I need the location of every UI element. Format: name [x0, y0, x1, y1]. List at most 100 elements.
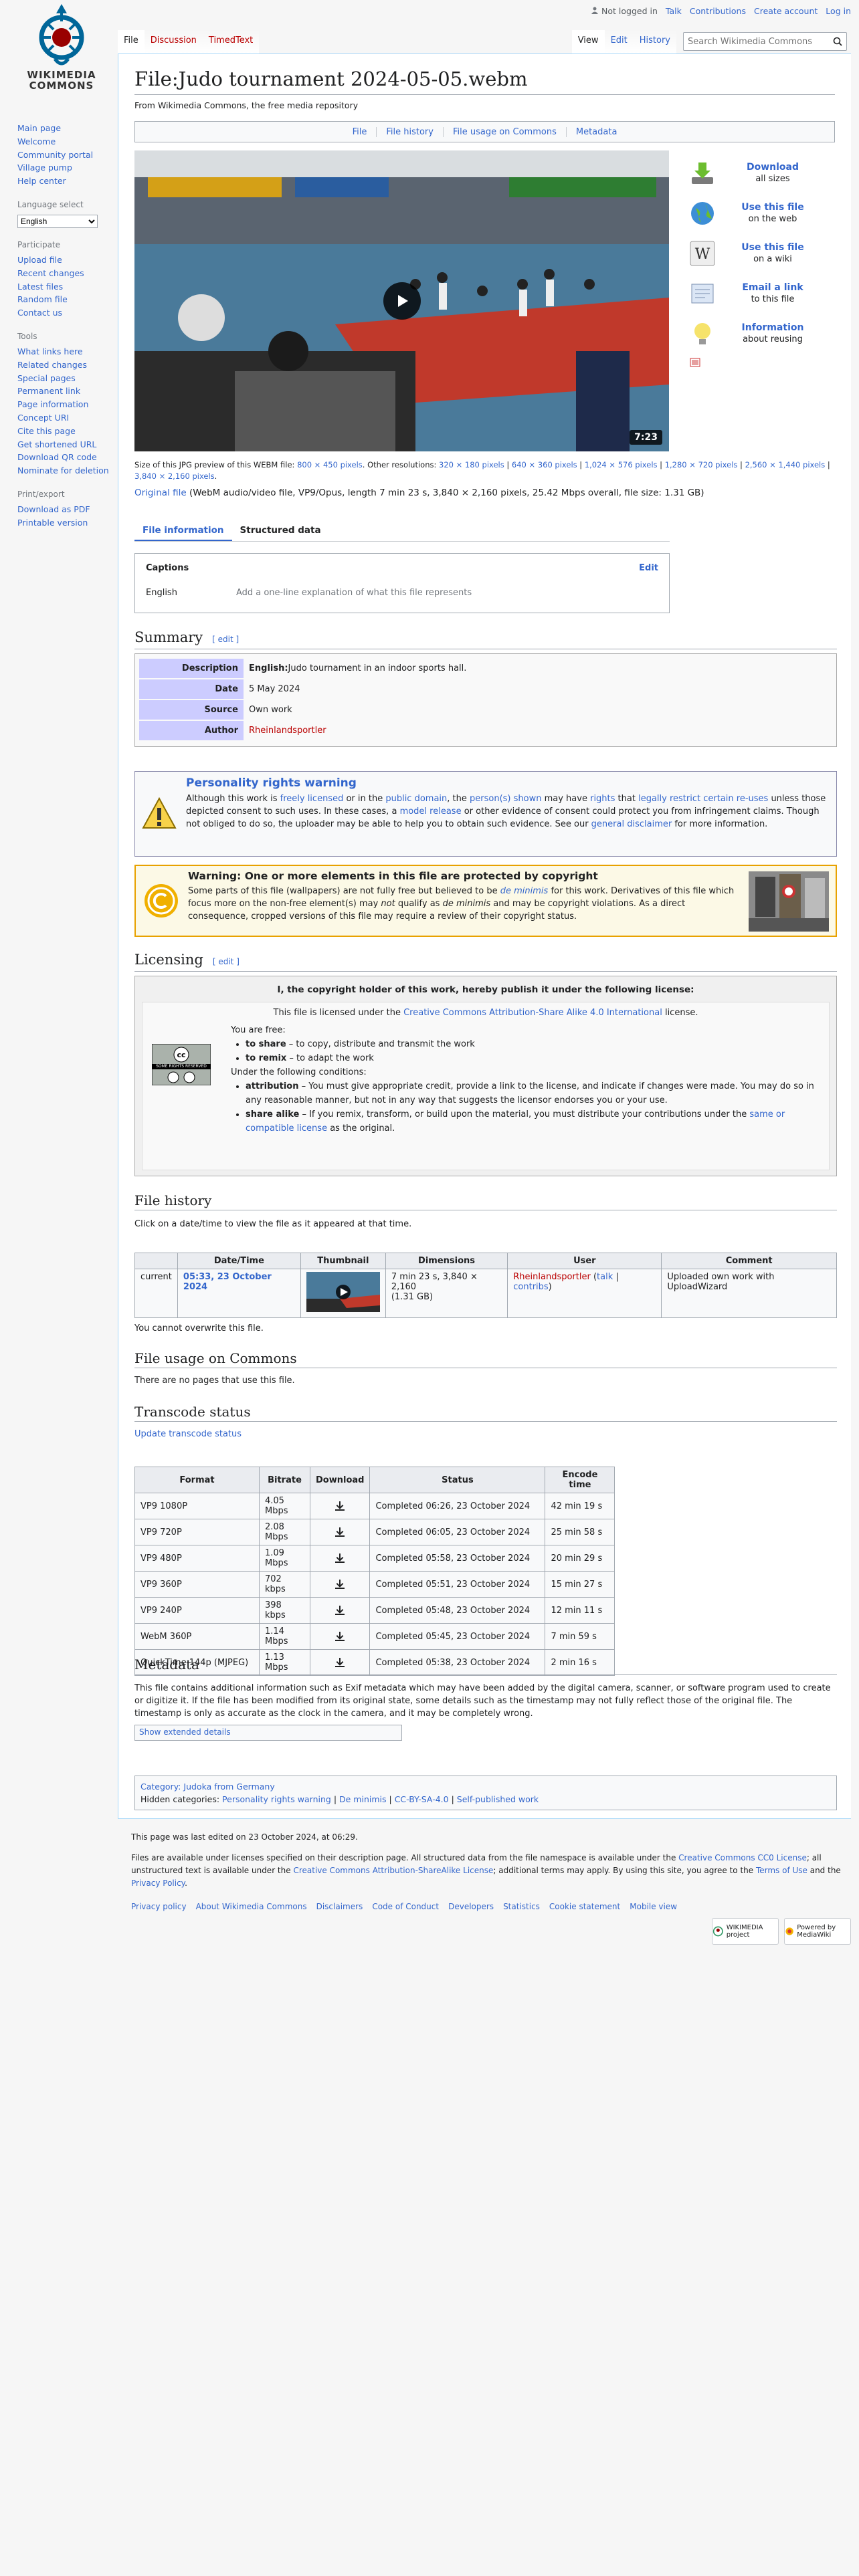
privacy-policy-link[interactable]: Privacy Policy — [131, 1879, 185, 1888]
sidebar-item-main-page[interactable]: Main page — [17, 122, 118, 135]
footer-privacy[interactable]: Privacy policy — [131, 1901, 187, 1913]
tab-file[interactable]: File — [118, 30, 145, 53]
sidebar-item-download-pdf[interactable]: Download as PDF — [17, 503, 118, 516]
link-legal-restrict[interactable]: legally restrict certain re-uses — [638, 794, 768, 804]
resolution-2560[interactable]: 2,560 × 1,440 pixels — [745, 460, 826, 469]
footer-cookie[interactable]: Cookie statement — [549, 1901, 620, 1913]
download-icon[interactable] — [335, 1579, 345, 1590]
contributions-link[interactable]: Contributions — [690, 6, 746, 16]
hidden-cat-cc-by-sa[interactable]: CC-BY-SA-4.0 — [395, 1794, 449, 1804]
hidden-cat-de-minimis[interactable]: De minimis — [339, 1794, 387, 1804]
sidebar-item-related-changes[interactable]: Related changes — [17, 358, 118, 372]
link-de-minimis[interactable]: de minimis — [500, 886, 549, 896]
history-thumbnail[interactable] — [300, 1269, 386, 1318]
login-link[interactable]: Log in — [826, 6, 851, 16]
link-general-disclaimer[interactable]: general disclaimer — [591, 819, 672, 829]
sidebar-item-help-center[interactable]: Help center — [17, 175, 118, 188]
qr-icon[interactable] — [690, 358, 700, 367]
filetoc-metadata[interactable]: Metadata — [565, 126, 627, 137]
tab-file-information[interactable]: File information — [134, 521, 232, 541]
transcode-download[interactable] — [309, 1623, 371, 1650]
tab-discussion[interactable]: Discussion — [144, 30, 203, 53]
sidebar-item-download-qr-code[interactable]: Download QR code — [17, 451, 118, 464]
sidebar-item-printable-version[interactable]: Printable version — [17, 516, 118, 530]
licensing-edit-link[interactable]: [ edit ] — [213, 957, 240, 966]
history-date-link[interactable]: 05:33, 23 October 2024 — [183, 1272, 272, 1292]
download-icon[interactable] — [335, 1527, 345, 1537]
filetoc-file-history[interactable]: File history — [376, 126, 443, 137]
link-freely-licensed[interactable]: freely licensed — [280, 794, 344, 804]
reuse-web[interactable]: Use this file on the web — [687, 193, 828, 233]
reuse-wiki[interactable]: W Use this file on a wiki — [687, 233, 828, 274]
hidden-cat-personality[interactable]: Personality rights warning — [222, 1794, 331, 1804]
cc-badge[interactable]: cc SOME RIGHTS RESERVED — [151, 1043, 211, 1086]
resolution-1280[interactable]: 1,280 × 720 pixels — [665, 460, 738, 469]
filetoc-file-usage[interactable]: File usage on Commons — [442, 126, 566, 137]
sidebar-item-get-shortened-url[interactable]: Get shortened URL — [17, 438, 118, 451]
resolution-1024[interactable]: 1,024 × 576 pixels — [585, 460, 658, 469]
sidebar-item-nominate-for-deletion[interactable]: Nominate for deletion — [17, 464, 118, 477]
ccbysa-footer-link[interactable]: Creative Commons Attribution-ShareAlike … — [293, 1866, 493, 1875]
history-user-link[interactable]: Rheinlandsportler — [513, 1272, 591, 1282]
sidebar-item-special-pages[interactable]: Special pages — [17, 372, 118, 385]
reuse-download[interactable]: Download all sizes — [687, 153, 828, 193]
sidebar-item-permanent-link[interactable]: Permanent link — [17, 385, 118, 398]
resolution-640[interactable]: 640 × 360 pixels — [512, 460, 577, 469]
tab-history[interactable]: History — [633, 30, 676, 53]
sidebar-item-welcome[interactable]: Welcome — [17, 135, 118, 148]
sidebar-item-village-pump[interactable]: Village pump — [17, 161, 118, 175]
captions-edit-button[interactable]: Edit — [639, 563, 658, 573]
resolution-3840[interactable]: 3,840 × 2,160 pixels — [134, 471, 215, 481]
history-contribs-link[interactable]: contribs — [513, 1282, 548, 1292]
terms-link[interactable]: Terms of Use — [756, 1866, 807, 1875]
tab-view[interactable]: View — [571, 30, 605, 53]
footer-disclaimers[interactable]: Disclaimers — [316, 1901, 363, 1913]
download-icon[interactable] — [335, 1605, 345, 1616]
cc-by-sa-link[interactable]: Creative Commons Attribution-Share Alike… — [403, 1008, 662, 1018]
transcode-download[interactable] — [309, 1597, 371, 1624]
search-input[interactable] — [688, 36, 833, 47]
footer-developers[interactable]: Developers — [448, 1901, 494, 1913]
hidden-cat-self-published[interactable]: Self-published work — [457, 1794, 539, 1804]
language-select[interactable]: English — [17, 214, 98, 228]
sidebar-item-contact-us[interactable]: Contact us — [17, 306, 118, 320]
wikimedia-project-badge[interactable]: WIKIMEDIA project — [712, 1918, 779, 1945]
tab-structured-data[interactable]: Structured data — [232, 521, 329, 541]
reuse-email[interactable]: Email a link to this file — [687, 274, 828, 314]
filetoc-file[interactable]: File — [343, 127, 377, 137]
link-persons-shown[interactable]: person(s) shown — [470, 794, 541, 804]
cc0-link[interactable]: Creative Commons CC0 License — [678, 1853, 807, 1862]
download-icon[interactable] — [335, 1501, 345, 1511]
download-icon[interactable] — [335, 1553, 345, 1564]
reuse-info[interactable]: Information about reusing — [687, 314, 828, 354]
download-icon[interactable] — [335, 1631, 345, 1642]
sidebar-item-concept-uri[interactable]: Concept URI — [17, 411, 118, 425]
category-label[interactable]: Category: — [140, 1782, 181, 1792]
sidebar-item-latest-files[interactable]: Latest files — [17, 280, 118, 294]
summary-edit-link[interactable]: [ edit ] — [212, 635, 239, 644]
footer-about[interactable]: About Wikimedia Commons — [196, 1901, 307, 1913]
tab-timedtext[interactable]: TimedText — [202, 30, 260, 53]
sidebar-item-random-file[interactable]: Random file — [17, 293, 118, 306]
sidebar-item-recent-changes[interactable]: Recent changes — [17, 267, 118, 280]
play-button[interactable] — [383, 282, 421, 320]
video-player[interactable]: 7:23 — [134, 150, 669, 451]
footer-code-of-conduct[interactable]: Code of Conduct — [372, 1901, 439, 1913]
update-transcode-link[interactable]: Update transcode status — [134, 1429, 242, 1439]
transcode-download[interactable] — [309, 1571, 371, 1598]
resolution-320[interactable]: 320 × 180 pixels — [439, 460, 504, 469]
footer-statistics[interactable]: Statistics — [503, 1901, 540, 1913]
search-icon[interactable] — [833, 37, 842, 46]
sidebar-item-page-information[interactable]: Page information — [17, 398, 118, 411]
history-talk-link[interactable]: talk — [597, 1272, 613, 1282]
link-model-release[interactable]: model release — [400, 807, 462, 817]
original-file-link[interactable]: Original file — [134, 488, 187, 498]
sidebar-item-what-links-here[interactable]: What links here — [17, 345, 118, 358]
tab-edit[interactable]: Edit — [604, 30, 634, 53]
show-extended-details[interactable]: Show extended details — [134, 1725, 402, 1741]
wikimedia-commons-logo[interactable]: WIKIMEDIA COMMONS — [8, 0, 115, 107]
sidebar-item-upload-file[interactable]: Upload file — [17, 253, 118, 267]
transcode-download[interactable] — [309, 1519, 371, 1545]
resolution-preview[interactable]: 800 × 450 pixels — [297, 460, 363, 469]
sidebar-item-community-portal[interactable]: Community portal — [17, 148, 118, 162]
